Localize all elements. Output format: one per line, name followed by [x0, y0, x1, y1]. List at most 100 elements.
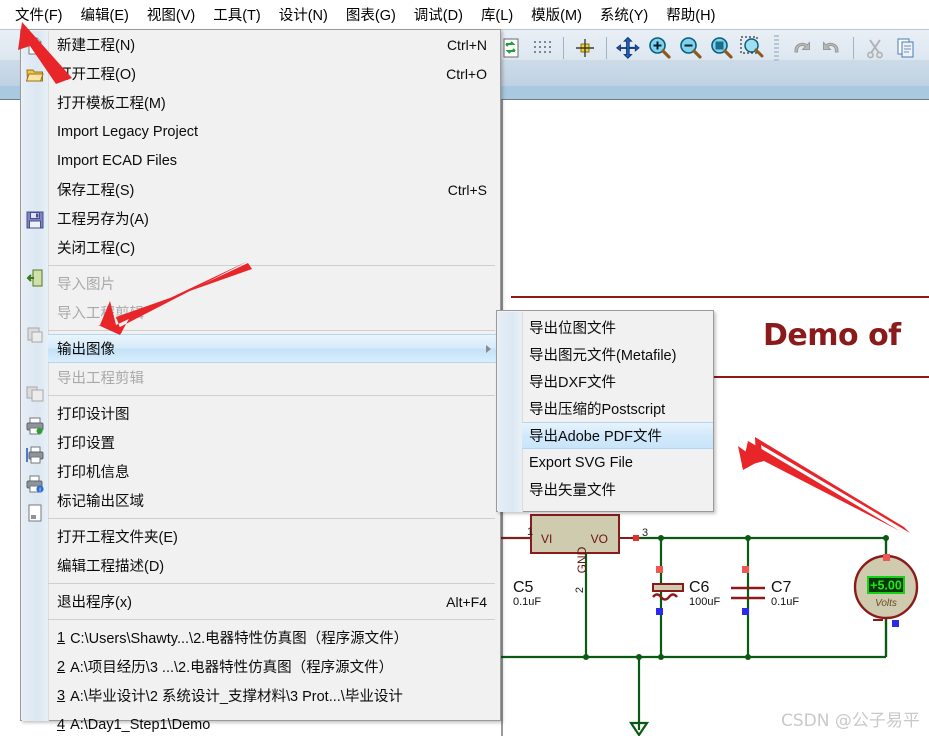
menu-item-print-design[interactable]: 打印设计图 [48, 399, 501, 428]
menu-item-export-graphics[interactable]: 输出图像 [48, 334, 501, 363]
menu-library[interactable]: 库(L) [472, 1, 522, 29]
menu-item-import-ecad-files[interactable]: Import ECAD Files [48, 146, 501, 175]
svg-text:0.1uF: 0.1uF [513, 596, 541, 608]
svg-text:Volts: Volts [875, 598, 897, 609]
origin-icon[interactable] [571, 34, 599, 62]
menu-graph[interactable]: 图表(G) [337, 1, 405, 29]
submenu-item-label: 导出DXF文件 [529, 375, 616, 391]
menu-template[interactable]: 模版(M) [522, 1, 591, 29]
cut-icon [861, 34, 889, 62]
menu-separator [48, 395, 495, 396]
grid-icon[interactable] [528, 34, 556, 62]
copy-icon[interactable] [892, 34, 920, 62]
menu-system[interactable]: 系统(Y) [591, 1, 657, 29]
menu-item-label: 打开模板工程(M) [57, 96, 166, 112]
submenu-item-export-dxf[interactable]: 导出DXF文件 [522, 368, 713, 395]
submenu-item-label: 导出矢量文件 [529, 483, 616, 499]
menu-item-open-template-project[interactable]: 打开模板工程(M) [48, 88, 501, 117]
recent-file-index: 4 [57, 716, 66, 733]
zoom-in-icon[interactable] [645, 34, 673, 62]
chevron-right-icon [486, 344, 491, 353]
file-menu-popup: i 新建工程(N) Ctrl+N 打开工程(O) Ctrl+O 打开模板工程(M… [20, 29, 501, 733]
menu-edit[interactable]: 编辑(E) [72, 1, 138, 29]
menu-help[interactable]: 帮助(H) [657, 1, 724, 29]
submenu-item-export-pdf[interactable]: 导出Adobe PDF文件 [522, 422, 713, 449]
toolbar-grip[interactable] [774, 35, 779, 61]
recent-file-3[interactable]: 3 A:\毕业设计\2 系统设计_支撑材料\3 Prot...\毕业设计 [48, 681, 501, 710]
printer-setup-icon [26, 446, 44, 464]
menu-item-open-project-folder[interactable]: 打开工程文件夹(E) [48, 522, 501, 551]
menu-item-shortcut: Ctrl+O [446, 65, 487, 82]
recent-file-index: 1 [57, 629, 66, 646]
pan-icon[interactable] [614, 34, 642, 62]
menu-separator [48, 518, 495, 519]
menu-item-import-legacy-project[interactable]: Import Legacy Project [48, 117, 501, 146]
menu-item-label: 保存工程(S) [57, 183, 135, 199]
recent-file-path: A:\Day1_Step1\Demo [70, 716, 211, 733]
svg-text:0.1uF: 0.1uF [771, 596, 799, 608]
submenu-item-export-svg[interactable]: Export SVG File [522, 449, 713, 476]
menu-item-print-setup[interactable]: 打印设置 [48, 428, 501, 457]
redo-icon [818, 34, 846, 62]
menu-item-new-project[interactable]: 新建工程(N) Ctrl+N [48, 30, 501, 59]
menu-item-open-project[interactable]: 打开工程(O) Ctrl+O [48, 59, 501, 88]
menu-item-label: 导入工程剪辑 [57, 306, 144, 322]
menu-item-shortcut: Ctrl+S [447, 181, 487, 198]
menu-bar: 文件(F) 编辑(E) 视图(V) 工具(T) 设计(N) 图表(G) 调试(D… [0, 0, 929, 29]
menu-view[interactable]: 视图(V) [138, 1, 204, 29]
toolbar-separator [563, 37, 564, 59]
new-document-icon [28, 37, 42, 55]
svg-text:C5: C5 [513, 579, 534, 596]
svg-text:GND: GND [575, 546, 589, 573]
toolbar-separator [853, 37, 854, 59]
menu-item-printer-info[interactable]: 打印机信息 [48, 457, 501, 486]
menu-item-label: 导出工程剪辑 [57, 371, 144, 387]
menu-debug[interactable]: 调试(D) [405, 1, 472, 29]
sheet-border-top [511, 296, 929, 298]
submenu-item-export-postscript[interactable]: 导出压缩的Postscript [522, 395, 713, 422]
submenu-item-label: 导出图元文件(Metafile) [529, 348, 677, 364]
mark-area-icon [28, 504, 42, 522]
toolbar-separator [606, 37, 607, 59]
recent-file-2[interactable]: 2 A:\项目经历\3 ...\2.电器特性仿真图（程序源文件） [48, 652, 501, 681]
menu-item-edit-project-description[interactable]: 编辑工程描述(D) [48, 551, 501, 580]
open-folder-icon [26, 69, 44, 82]
application-window: 文件(F) 编辑(E) 视图(V) 工具(T) 设计(N) 图表(G) 调试(D… [0, 0, 929, 736]
zoom-fit-icon[interactable] [707, 34, 735, 62]
recent-file-1[interactable]: 1 C:\Users\Shawty...\2.电器特性仿真图（程序源文件） [48, 623, 501, 652]
recent-file-index: 2 [57, 658, 66, 675]
menu-item-label: 退出程序(x) [57, 595, 132, 611]
recent-file-4[interactable]: 4 A:\Day1_Step1\Demo [48, 710, 501, 736]
svg-text:100uF: 100uF [689, 596, 720, 608]
menu-design[interactable]: 设计(N) [270, 1, 337, 29]
submenu-item-label: 导出位图文件 [529, 321, 616, 337]
menu-item-save-project[interactable]: 保存工程(S) Ctrl+S [48, 175, 501, 204]
recent-file-index: 3 [57, 687, 66, 704]
submenu-item-export-metafile[interactable]: 导出图元文件(Metafile) [522, 341, 713, 368]
save-floppy-icon [26, 211, 44, 229]
submenu-item-export-vector[interactable]: 导出矢量文件 [522, 476, 713, 503]
menu-item-close-project[interactable]: 关闭工程(C) [48, 233, 501, 262]
printer-icon [26, 417, 44, 435]
zoom-out-icon[interactable] [676, 34, 704, 62]
watermark-text: CSDN @公子易平 [781, 711, 920, 731]
menu-item-mark-output-area[interactable]: 标记输出区域 [48, 486, 501, 515]
menu-file[interactable]: 文件(F) [6, 1, 72, 29]
svg-text:C7: C7 [771, 579, 792, 596]
menu-tools[interactable]: 工具(T) [204, 1, 270, 29]
printer-info-icon: i [26, 475, 44, 493]
refresh-icon[interactable] [497, 34, 525, 62]
menu-item-label: 编辑工程描述(D) [57, 559, 165, 575]
svg-text:1: 1 [527, 526, 533, 538]
svg-text:i: i [39, 487, 40, 493]
menu-separator [48, 583, 495, 584]
menu-item-save-project-as[interactable]: 工程另存为(A) [48, 204, 501, 233]
svg-text:3: 3 [642, 527, 648, 539]
menu-item-label: 关闭工程(C) [57, 241, 136, 257]
menu-item-exit[interactable]: 退出程序(x) Alt+F4 [48, 587, 501, 616]
submenu-item-export-bitmap[interactable]: 导出位图文件 [522, 314, 713, 341]
menu-item-label: 打印设计图 [57, 407, 130, 423]
submenu-item-label: 导出压缩的Postscript [529, 402, 666, 418]
zoom-area-icon[interactable] [738, 34, 766, 62]
close-project-icon [26, 269, 43, 287]
